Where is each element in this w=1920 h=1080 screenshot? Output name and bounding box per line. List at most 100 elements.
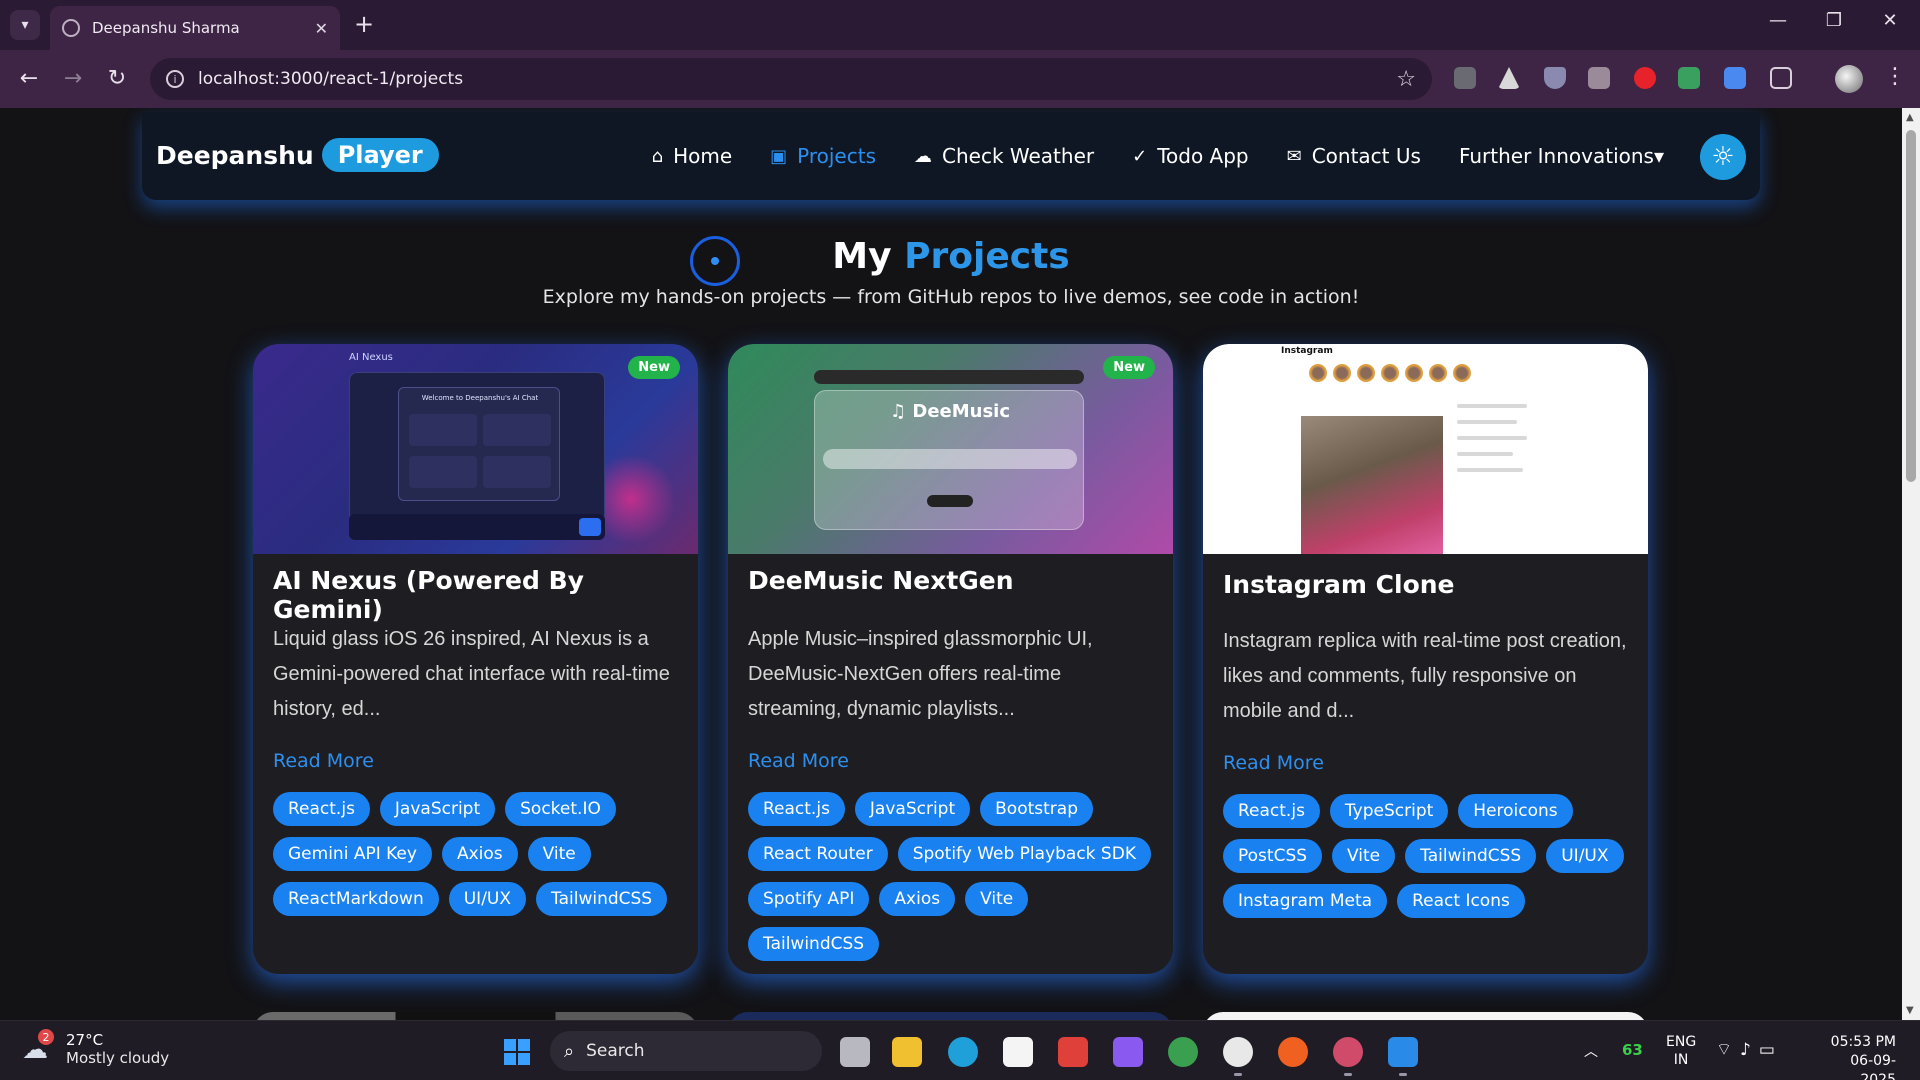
extension-docs-icon[interactable] [1724, 67, 1746, 89]
browser-tab[interactable]: Deepanshu Sharma ✕ [50, 6, 340, 50]
tray-counter[interactable]: 63 [1622, 1041, 1643, 1059]
maximize-button[interactable]: ❐ [1814, 10, 1854, 31]
new-badge: New [628, 356, 680, 379]
profile-avatar[interactable] [1835, 65, 1863, 93]
bookmark-star-icon[interactable]: ☆ [1396, 67, 1416, 92]
vscode-icon[interactable] [1388, 1037, 1418, 1076]
nav-label: Contact Us [1311, 144, 1421, 168]
project-card-instagram-clone[interactable]: Instagram Instagram Clone Instagram repl… [1203, 344, 1648, 974]
tech-tag: TailwindCSS [536, 882, 668, 916]
tech-tag: Spotify API [748, 882, 870, 916]
nav-dropdown-further-innovations[interactable]: Further Innovations▾ [1459, 144, 1664, 168]
tab-close-icon[interactable]: ✕ [315, 19, 328, 38]
tech-tag: Heroicons [1458, 794, 1573, 828]
tech-tag: JavaScript [854, 792, 971, 826]
windows-start-icon[interactable] [504, 1039, 530, 1065]
tech-tag: Instagram Meta [1223, 884, 1388, 918]
home-icon: ⌂ [651, 145, 664, 167]
nav-link-projects[interactable]: ▣ Projects [770, 144, 876, 168]
region-code: IN [1673, 1052, 1689, 1068]
project-preview-image[interactable]: AI Nexus Welcome to Deepanshu's AI Chat … [253, 344, 698, 554]
extension-hand-icon[interactable] [1634, 67, 1656, 89]
extension-folder-icon[interactable] [1454, 67, 1476, 89]
extension-box-icon[interactable] [1588, 67, 1610, 89]
project-title: AI Nexus (Powered By Gemini) [273, 566, 584, 624]
project-card-deemusic[interactable]: ♫ DeeMusic New DeeMusic NextGen Apple Mu… [728, 344, 1173, 974]
extension-game-icon[interactable] [1678, 67, 1700, 89]
project-card-partial[interactable] [1203, 1012, 1648, 1020]
taskbar-search[interactable]: ⌕ Search [550, 1031, 822, 1071]
nav-link-home[interactable]: ⌂ Home [652, 144, 733, 168]
nav-label: Projects [797, 144, 876, 168]
address-bar[interactable]: i localhost:3000/react-1/projects ☆ [150, 58, 1432, 100]
reload-icon[interactable]: ↻ [102, 64, 132, 94]
title-accent: Projects [904, 236, 1070, 277]
address-url[interactable]: localhost:3000/react-1/projects [198, 69, 1396, 89]
clock-date: 06-09-2025 [1850, 1053, 1896, 1080]
firefox-icon[interactable] [1278, 1037, 1308, 1067]
scroll-down-arrow-icon[interactable]: ▼ [1906, 1005, 1914, 1016]
project-card-partial[interactable] [253, 1012, 698, 1020]
os-taskbar: ☁ 2 27°C Mostly cloudy ⌕ Search ︿ 63 ENG… [0, 1020, 1920, 1080]
extension-shield-icon[interactable] [1544, 67, 1566, 89]
tray-overflow-chevron-icon[interactable]: ︿ [1584, 1041, 1598, 1061]
project-title: DeeMusic NextGen [748, 566, 1014, 595]
weather-widget[interactable]: ☁ 2 27°C Mostly cloudy [22, 1029, 169, 1067]
sun-icon: ☼ [1711, 142, 1735, 172]
tech-tag: React.js [273, 792, 370, 826]
brand-logo[interactable]: Deepanshu Player [156, 138, 439, 172]
chatgpt-icon[interactable] [1223, 1037, 1253, 1076]
page-title: My Projects [0, 236, 1902, 277]
tray-status-icons[interactable]: ⌔♪▭ [1716, 1039, 1783, 1060]
chrome-icon[interactable] [1168, 1037, 1198, 1067]
weather-temperature: 27°C [66, 1031, 104, 1049]
browser-menu-icon[interactable]: ⋮ [1884, 64, 1906, 89]
nav-link-todo-app[interactable]: ✓ Todo App [1132, 144, 1249, 168]
scroll-up-arrow-icon[interactable]: ▲ [1906, 112, 1914, 123]
new-tab-button[interactable]: + [354, 12, 374, 36]
read-more-link[interactable]: Read More [1223, 752, 1324, 774]
taskbar-search-label: Search [586, 1041, 645, 1061]
theme-toggle-button[interactable]: ☼ [1700, 134, 1746, 180]
tech-tag: UI/UX [448, 882, 527, 916]
project-description: Apple Music–inspired glassmorphic UI, De… [748, 628, 1093, 720]
nav-link-check-weather[interactable]: ☁ Check Weather [914, 144, 1094, 168]
tab-search-chevron-icon[interactable]: ▾ [10, 10, 40, 40]
extension-drive-icon[interactable] [1498, 67, 1520, 89]
tab-favicon-icon [62, 19, 80, 37]
project-preview-image[interactable]: ♫ DeeMusic New [728, 344, 1173, 554]
volume-icon: ♪ [1739, 1040, 1759, 1060]
forward-arrow-icon[interactable]: → [58, 64, 88, 94]
preview-app-name: Instagram [1281, 346, 1333, 356]
input-language[interactable]: ENG IN [1666, 1033, 1696, 1069]
gmail-icon[interactable] [1058, 1037, 1088, 1067]
project-card-partial[interactable] [728, 1012, 1173, 1020]
tech-tag: Bootstrap [980, 792, 1093, 826]
microsoft-store-icon[interactable] [1003, 1037, 1033, 1067]
edge-browser-icon[interactable] [948, 1037, 978, 1067]
chrome-profile-icon[interactable] [1333, 1037, 1363, 1076]
back-arrow-icon[interactable]: ← [14, 64, 44, 94]
scroll-thumb[interactable] [1906, 130, 1916, 482]
tech-tags: React.js TypeScript Heroicons PostCSS Vi… [1223, 794, 1643, 918]
section-heading: My Projects [0, 228, 1902, 288]
minimize-button[interactable]: — [1758, 10, 1798, 31]
tab-title: Deepanshu Sharma [92, 19, 240, 37]
project-preview-image[interactable]: Instagram [1203, 344, 1648, 554]
site-info-icon[interactable]: i [166, 70, 184, 88]
page-scrollbar[interactable]: ▲ ▼ [1902, 108, 1920, 1020]
nav-links: ⌂ Home ▣ Projects ☁ Check Weather ✓ Todo… [652, 112, 1664, 200]
extensions-puzzle-icon[interactable] [1770, 67, 1792, 89]
system-clock[interactable]: 05:53 PM 06-09-2025 [1816, 1033, 1896, 1080]
copilot-icon[interactable] [1113, 1037, 1143, 1067]
tech-tag: React Icons [1397, 884, 1525, 918]
read-more-link[interactable]: Read More [748, 750, 849, 772]
preview-welcome-text: Welcome to Deepanshu's AI Chat [421, 394, 539, 402]
task-view-icon[interactable] [840, 1037, 870, 1067]
project-card-ai-nexus[interactable]: AI Nexus Welcome to Deepanshu's AI Chat … [253, 344, 698, 974]
file-explorer-icon[interactable] [892, 1037, 922, 1067]
title-plain: My [832, 236, 905, 277]
close-window-button[interactable]: ✕ [1870, 10, 1910, 31]
read-more-link[interactable]: Read More [273, 750, 374, 772]
nav-link-contact-us[interactable]: ✉ Contact Us [1287, 144, 1421, 168]
